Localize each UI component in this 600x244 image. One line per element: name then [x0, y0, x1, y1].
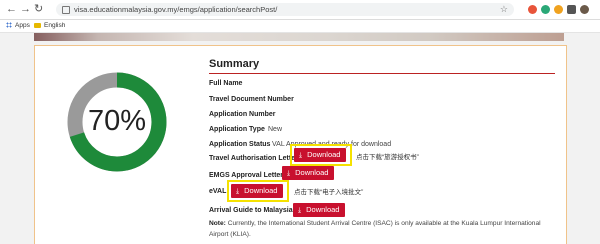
field-label-full-name: Full Name	[209, 80, 243, 87]
note-label: Note:	[209, 220, 226, 227]
bookmark-star-icon[interactable]: ☆	[500, 3, 508, 16]
forward-icon[interactable]: →	[20, 4, 31, 15]
extension-icon[interactable]	[541, 5, 550, 14]
bookmark-english[interactable]: English	[34, 21, 65, 31]
header-banner-image	[34, 33, 564, 41]
download-icon: ⤓	[298, 207, 302, 214]
download-eval-button[interactable]: ⤓ Download	[231, 184, 284, 198]
profile-avatar[interactable]	[580, 5, 589, 14]
back-icon[interactable]: ←	[6, 4, 17, 15]
download-travel-authorisation-button[interactable]: ⤓ Download	[294, 148, 347, 162]
address-bar[interactable]: visa.educationmalaysia.gov.my/emgs/appli…	[56, 3, 514, 16]
summary-heading: Summary	[209, 58, 260, 70]
extension-icon[interactable]	[528, 5, 537, 14]
download-annotation-travel-authorisation: 点击下载“旅游授权书”	[356, 154, 419, 161]
download-button-label: Download	[244, 186, 278, 195]
reload-icon[interactable]: ↻	[34, 4, 43, 15]
extension-icon[interactable]	[554, 5, 563, 14]
doc-label-arrival-guide: Arrival Guide to Malaysia	[209, 207, 293, 214]
doc-label-travel-authorisation-letter: Travel Authorisation Letter	[209, 155, 298, 162]
field-value-application-type: New	[268, 126, 283, 133]
progress-percent: 70%	[87, 105, 147, 137]
folder-icon	[34, 22, 41, 28]
field-label-travel-document-number: Travel Document Number	[209, 96, 294, 103]
field-label-application-type: Application Type	[209, 126, 265, 133]
download-icon: ⤓	[299, 152, 303, 159]
browser-toolbar: ← → ↻ visa.educationmalaysia.gov.my/emgs…	[0, 0, 600, 20]
download-button-label: Download	[306, 205, 340, 214]
bookmark-apps[interactable]: Apps	[6, 21, 30, 31]
doc-label-eval: eVAL	[209, 188, 227, 195]
note-text: Note: Currently, the International Stude…	[209, 218, 559, 240]
lock-icon	[62, 6, 70, 14]
bookmark-label: Apps	[15, 22, 30, 29]
download-icon: ⤓	[287, 170, 291, 177]
apps-grid-icon	[6, 22, 12, 29]
note-body: Currently, the International Student Arr…	[209, 220, 541, 238]
puzzle-icon[interactable]	[567, 5, 576, 14]
download-button-label: Download	[295, 168, 329, 177]
bookmark-label: English	[44, 22, 66, 29]
download-button-label: Download	[307, 150, 341, 159]
field-label-application-number: Application Number	[209, 111, 276, 118]
download-annotation-eval: 点击下载“电子入境批文”	[294, 189, 364, 196]
field-label-application-status: Application Status	[209, 141, 271, 148]
download-icon: ⤓	[236, 188, 240, 195]
download-arrival-guide-button[interactable]: ⤓ Download	[293, 203, 346, 217]
url-text: visa.educationmalaysia.gov.my/emgs/appli…	[74, 5, 278, 14]
bookmarks-bar: Apps English	[0, 20, 600, 33]
download-emgs-approval-button[interactable]: ⤓ Download	[282, 166, 335, 180]
summary-divider	[209, 73, 555, 74]
